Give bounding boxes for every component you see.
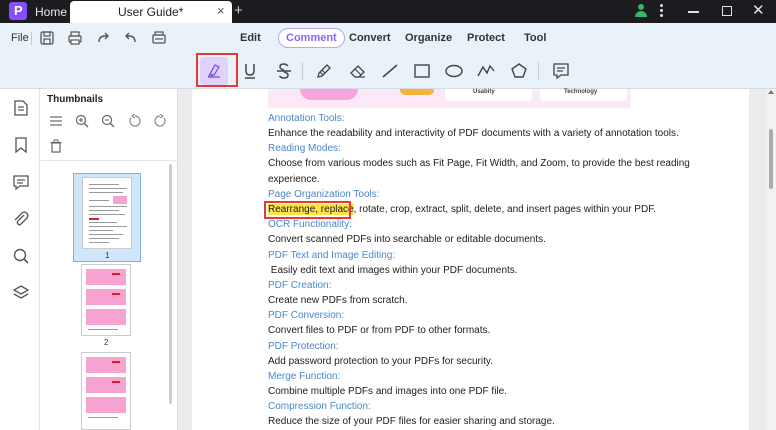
toolbar-divider	[302, 62, 303, 80]
illustration-shape	[300, 89, 358, 100]
section-body: Enhance the readability and interactivit…	[268, 128, 679, 139]
menu-bar: File Edit Comment Convert Organize Prote…	[0, 23, 776, 53]
section-heading: OCR Functionality:	[268, 219, 352, 230]
list-icon[interactable]	[49, 114, 63, 128]
app-logo-icon: P	[9, 2, 27, 20]
section-body: Convert scanned PDFs into searchable or …	[268, 234, 546, 245]
menu-tool[interactable]: Tool	[524, 32, 546, 44]
section-body: experience.	[268, 174, 320, 185]
section-heading: PDF Protection:	[268, 341, 339, 352]
illustration-shape	[400, 89, 434, 95]
tab-home[interactable]: Home	[35, 5, 67, 19]
more-options-icon[interactable]	[660, 4, 664, 18]
file-menu[interactable]: File	[11, 32, 29, 44]
annotation-box-highlighted-text	[264, 201, 351, 219]
section-body: Easily edit text and images within your …	[268, 265, 518, 276]
polygon-icon[interactable]	[505, 57, 533, 85]
attachment-icon[interactable]	[12, 210, 30, 228]
maximize-button[interactable]	[722, 6, 732, 16]
document-scrollbar[interactable]	[767, 89, 776, 430]
section-body: Choose from various modes such as Fit Pa…	[268, 158, 690, 169]
tab-close-icon[interactable]: ×	[217, 3, 225, 18]
thumbnail-page-number: 2	[104, 338, 109, 347]
pencil-icon[interactable]	[310, 57, 338, 85]
minimize-button[interactable]	[688, 11, 699, 13]
save-icon[interactable]	[39, 30, 55, 46]
scrollbar-thumb[interactable]	[769, 129, 773, 189]
pages-icon[interactable]	[12, 99, 30, 117]
section-body: Reduce the size of your PDF files for ea…	[268, 416, 555, 427]
thumbnails-divider	[41, 160, 177, 161]
line-icon[interactable]	[376, 57, 404, 85]
thumbnails-title: Thumbnails	[47, 94, 104, 105]
polyline-icon[interactable]	[472, 57, 500, 85]
close-window-button[interactable]: ✕	[752, 1, 765, 19]
thumbnail-page-2[interactable]	[81, 264, 131, 336]
user-account-icon[interactable]	[634, 4, 648, 18]
print-icon[interactable]	[67, 30, 83, 46]
annotation-box-highlight-tool	[196, 53, 238, 87]
section-body-text: , rotate, crop, extract, split, delete, …	[353, 204, 656, 215]
zoom-out-icon[interactable]	[101, 114, 115, 128]
section-heading: PDF Conversion:	[268, 310, 345, 321]
left-rail	[0, 89, 40, 430]
trash-icon[interactable]	[49, 139, 63, 153]
strikethrough-icon[interactable]	[270, 57, 298, 85]
thumbnails-panel: Thumbnails 1 2	[41, 89, 178, 430]
menu-divider	[31, 32, 32, 45]
illustration-card-label: Usabity	[473, 89, 495, 95]
section-body: Create new PDFs from scratch.	[268, 295, 408, 306]
illustration-card: Technology	[540, 89, 627, 101]
eraser-icon[interactable]	[344, 57, 372, 85]
section-body: Add password protection to your PDFs for…	[268, 356, 493, 367]
menu-convert[interactable]: Convert	[349, 32, 391, 44]
zoom-in-icon[interactable]	[75, 114, 89, 128]
redo-icon[interactable]	[95, 30, 111, 46]
thumbnail-page-1[interactable]: 1	[73, 173, 141, 262]
menu-edit[interactable]: Edit	[240, 32, 261, 44]
ellipse-icon[interactable]	[440, 57, 468, 85]
layers-icon[interactable]	[12, 284, 30, 302]
illustration-card-label: Technology	[564, 89, 598, 95]
tab-user-guide[interactable]: User Guide* ×	[70, 1, 232, 23]
section-heading: Annotation Tools:	[268, 113, 345, 124]
section-heading: Merge Function:	[268, 371, 341, 382]
underline-icon[interactable]	[236, 57, 264, 85]
thumbnail-image	[82, 177, 132, 249]
section-body: Convert files to PDF or from PDF to othe…	[268, 325, 491, 336]
undo-icon[interactable]	[123, 30, 139, 46]
section-heading: PDF Creation:	[268, 280, 332, 291]
menu-organize[interactable]: Organize	[405, 32, 452, 44]
section-heading: Page Organization Tools:	[268, 189, 380, 200]
tab-title: User Guide*	[118, 5, 184, 19]
thumbnails-scrollbar[interactable]	[169, 164, 172, 404]
section-body: Combine multiple PDFs and images into on…	[268, 386, 507, 397]
scroll-up-icon[interactable]	[768, 90, 774, 94]
thumbnail-page-number: 1	[105, 251, 110, 260]
section-heading: Compression Function:	[268, 401, 371, 412]
new-tab-button[interactable]: +	[234, 2, 243, 19]
toolbar-divider	[538, 62, 539, 80]
comments-icon[interactable]	[12, 173, 30, 191]
menu-protect[interactable]: Protect	[467, 32, 505, 44]
title-bar: P Home User Guide* × + ✕	[0, 0, 776, 23]
section-heading: Reading Modes:	[268, 143, 341, 154]
rotate-right-icon[interactable]	[153, 113, 167, 128]
illustration-card: Usabity	[445, 89, 532, 101]
search-icon[interactable]	[12, 247, 30, 265]
comment-toolbar	[0, 53, 776, 89]
rectangle-icon[interactable]	[408, 57, 436, 85]
bookmark-icon[interactable]	[12, 136, 30, 154]
scan-icon[interactable]	[151, 30, 167, 46]
section-heading: PDF Text and Image Editing:	[268, 250, 396, 261]
thumbnail-page-3[interactable]	[81, 352, 131, 430]
menu-comment[interactable]: Comment	[278, 28, 345, 48]
note-icon[interactable]	[547, 57, 575, 85]
rotate-left-icon[interactable]	[128, 113, 142, 128]
